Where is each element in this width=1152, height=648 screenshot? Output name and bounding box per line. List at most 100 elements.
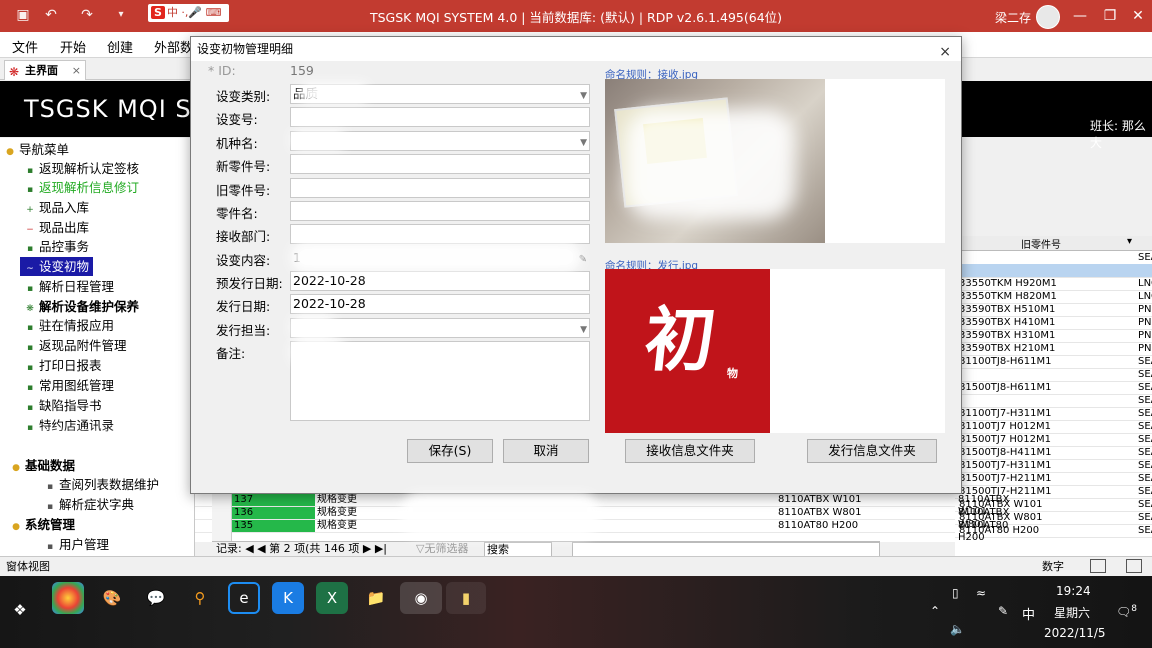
folder-icon: ● — [6, 147, 14, 157]
ribbon-tab-home[interactable]: 开始 — [60, 37, 86, 56]
taskbar: ❖ 🎨 💬 ⚲ e K X 📁 ◉ ▮ ⌃ ▯ ≈ 🔈 ✎ 中 19:24 星期… — [0, 576, 1152, 648]
row-selectors[interactable] — [212, 494, 232, 541]
file-explorer-icon[interactable]: 📁 — [360, 582, 392, 614]
cell-next: SEA — [1138, 486, 1152, 497]
record-counter[interactable]: 记录: ◀ ◀ 第 2 项(共 146 项 ▶ ▶| — [216, 542, 387, 556]
paint-icon[interactable]: 🎨 — [96, 582, 128, 614]
table-row[interactable]: SEA — [955, 394, 1152, 408]
old-part-number-field[interactable] — [290, 178, 590, 198]
receiving-dept-field[interactable] — [290, 224, 590, 244]
table-row[interactable]: 33550TKM H820M1 LNG — [955, 290, 1152, 304]
issue-date-field[interactable]: 2022-10-28 — [290, 294, 590, 314]
ribbon-tab-file[interactable]: 文件 — [12, 37, 38, 56]
nav-item-approval[interactable]: ▪ 返现解析认定签核 — [26, 159, 139, 178]
nav-item-defect-guide[interactable]: ▪ 缺陷指导书 — [26, 396, 102, 415]
table-row[interactable]: 81100TJ7 H012M1 SEA — [955, 420, 1152, 434]
nav-item-equipment[interactable]: ❋ 解析设备维护保养 — [26, 297, 139, 316]
sort-dropdown-icon[interactable]: ▾ — [1127, 236, 1132, 247]
chevron-down-icon[interactable]: ▼ — [580, 134, 587, 152]
access-app-icon[interactable]: ◉ — [400, 582, 442, 614]
minimize-button[interactable]: — — [1070, 7, 1090, 25]
table-row[interactable]: 33590TBX H310M1 PNG — [955, 329, 1152, 343]
table-row[interactable]: SEA — [955, 368, 1152, 382]
part-name-field[interactable] — [290, 201, 590, 221]
restore-button[interactable]: ❐ — [1100, 7, 1120, 25]
dialog-close-button[interactable]: × — [939, 40, 951, 64]
table-row[interactable]: SEA — [955, 251, 1152, 265]
nav-item-daily-report[interactable]: ▪ 打印日报表 — [26, 356, 102, 375]
excel-icon[interactable]: X — [316, 582, 348, 614]
change-number-field[interactable] — [290, 107, 590, 127]
table-row[interactable]: 81500TJ7-H211M1 SEA — [955, 472, 1152, 486]
receive-image-panel[interactable] — [605, 79, 945, 243]
nav-item-drawings[interactable]: ▪ 常用图纸管理 — [26, 376, 114, 395]
clock-date[interactable]: 2022/11/5 — [1044, 626, 1106, 640]
clock-time[interactable]: 19:24 — [1056, 584, 1091, 598]
table-row[interactable]: 33590TBX H410M1 PNG — [955, 316, 1152, 330]
table-row[interactable]: 81500TJ8-H611M1 SEA — [955, 381, 1152, 395]
cell-next: SEA — [1138, 499, 1152, 510]
nav-item-stock-in[interactable]: + 现品入库 — [26, 198, 89, 217]
nav-item-list-maintenance[interactable]: ▪ 查阅列表数据维护 — [46, 475, 159, 494]
clock-weekday[interactable]: 星期六 — [1054, 604, 1090, 621]
table-row[interactable]: 81500TJ8-H411M1 SEA — [955, 446, 1152, 460]
user-avatar-icon[interactable] — [1036, 5, 1060, 29]
chevron-down-icon[interactable]: ▼ — [580, 321, 587, 339]
nav-item-revision[interactable]: ▪ 返现解析信息修订 — [26, 178, 139, 197]
cancel-button[interactable]: 取消 — [503, 439, 589, 463]
nav-item-qc[interactable]: ▪ 品控事务 — [26, 237, 89, 256]
ribbon-tab-create[interactable]: 创建 — [107, 37, 133, 56]
ime-indicator[interactable]: 中 — [1022, 604, 1035, 623]
wechat-icon[interactable]: 💬 — [140, 582, 172, 614]
label-new-part: 新零件号: — [216, 159, 271, 174]
nav-item-dealers[interactable]: ▪ 特约店通讯录 — [26, 416, 114, 435]
chevron-down-icon[interactable]: ▼ — [580, 87, 587, 105]
wifi-icon[interactable]: ≈ — [976, 586, 986, 600]
volume-icon[interactable]: 🔈 — [950, 622, 965, 636]
issue-folder-button[interactable]: 发行信息文件夹 — [807, 439, 937, 463]
browser-icon[interactable] — [52, 582, 84, 614]
nav-item-schedule[interactable]: ▪ 解析日程管理 — [26, 277, 114, 296]
issue-image-panel[interactable]: 初 物 — [605, 269, 945, 433]
tab-main[interactable]: ❋ 主界面 × — [4, 60, 86, 80]
notification-icon[interactable]: 🗨8 — [1116, 604, 1137, 619]
table-row[interactable]: 81100TJ7-H311M1 SEA — [955, 407, 1152, 421]
column-header-old-part[interactable]: 旧零件号 — [1021, 236, 1061, 251]
nav-item-stock-out[interactable]: − 现品出库 — [26, 218, 89, 237]
save-button[interactable]: 保存(S) — [407, 439, 493, 463]
table-row[interactable]: 81500TJ7 H012M1 SEA — [955, 433, 1152, 447]
nav-item-attachments[interactable]: ▪ 返现品附件管理 — [26, 336, 127, 355]
nav-group-system[interactable]: ● 系统管理 — [12, 515, 75, 534]
form-view-icon[interactable] — [1090, 559, 1106, 573]
table-row[interactable]: 33590TBX H510M1 PNG — [955, 303, 1152, 317]
nav-root[interactable]: ● 导航菜单 — [6, 140, 69, 159]
table-row[interactable]: 81500TJ7-H311M1 SEA — [955, 459, 1152, 473]
horizontal-scrollbar[interactable] — [572, 542, 880, 557]
tray-expand-icon[interactable]: ⌃ — [930, 604, 940, 618]
search-icon[interactable]: ⚲ — [184, 582, 216, 614]
tab-close-icon[interactable]: × — [72, 61, 81, 80]
ribbon-tab-external[interactable]: 外部数 — [154, 37, 193, 56]
pre-issue-date-field[interactable]: 2022-10-28 — [290, 271, 590, 291]
search-input[interactable]: 搜索 — [484, 542, 552, 557]
table-row[interactable]: 33550TKM H920M1 LNG — [955, 277, 1152, 291]
k-app-icon[interactable]: K — [272, 582, 304, 614]
browser-e-icon[interactable]: e — [228, 582, 260, 614]
nav-item-users[interactable]: ▪ 用户管理 — [46, 535, 109, 554]
nav-item-onsite[interactable]: ▪ 驻在情报应用 — [26, 316, 114, 335]
table-row[interactable]: 33590TBX H210M1 PNG — [955, 342, 1152, 356]
table-row[interactable]: 81100TJ8-H611M1 SEA — [955, 355, 1152, 369]
datasheet-view-icon[interactable] — [1126, 559, 1142, 573]
close-window-button[interactable]: ✕ — [1128, 7, 1148, 25]
nav-group-basic-data[interactable]: ● 基础数据 — [12, 456, 75, 475]
notes-icon[interactable]: ▮ — [446, 582, 486, 614]
new-part-number-field[interactable] — [290, 154, 590, 174]
receive-folder-button[interactable]: 接收信息文件夹 — [625, 439, 755, 463]
start-windows-icon[interactable]: ❖ — [4, 594, 36, 626]
filter-indicator[interactable]: ▽无筛选器 — [416, 542, 468, 556]
nav-item-symptom-dict[interactable]: ▪ 解析症状字典 — [46, 495, 134, 514]
battery-icon[interactable]: ▯ — [952, 586, 959, 600]
pen-icon[interactable]: ✎ — [998, 604, 1008, 618]
table-row[interactable] — [955, 264, 1152, 278]
nav-item-initial-part[interactable]: ~ 设变初物 — [20, 257, 94, 276]
